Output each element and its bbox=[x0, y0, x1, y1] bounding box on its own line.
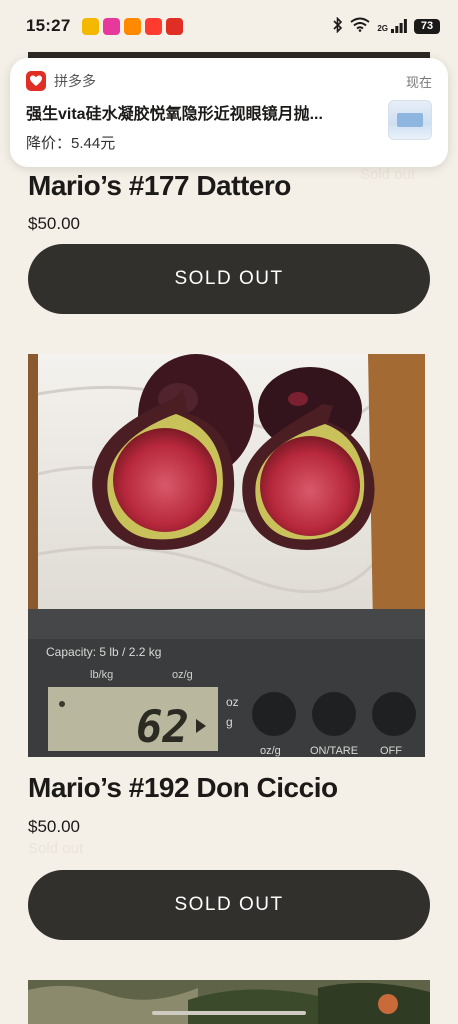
battery-icon: 73 bbox=[414, 18, 440, 34]
notification-product-thumbnail bbox=[388, 100, 432, 140]
scale-button-label-1: oz/g bbox=[260, 745, 281, 757]
product-image-figs[interactable]: Capacity: 5 lb / 2.2 kg lb/kg oz/g 62 oz… bbox=[28, 354, 425, 757]
app-icon-2 bbox=[103, 17, 121, 35]
sold-out-button[interactable]: SOLD OUT bbox=[28, 244, 430, 314]
scale-button-label-2: ON/TARE bbox=[310, 745, 358, 757]
sold-out-label: Sold out bbox=[360, 166, 416, 183]
status-bar: 15:27 2G 73 bbox=[0, 0, 458, 52]
product-price: $50.00 bbox=[28, 817, 80, 836]
scale-unit-right: oz/g bbox=[172, 669, 193, 681]
scale-display-unit-oz: oz bbox=[226, 695, 239, 709]
cellular-signal-icon: 2G bbox=[377, 19, 407, 33]
app-icon-4 bbox=[145, 17, 163, 35]
scale-display-value: 62 bbox=[136, 702, 189, 753]
product-price: $50.00 bbox=[28, 214, 80, 233]
notification-title: 强生vita硅水凝胶悦氧隐形近视眼镜月抛... bbox=[26, 106, 323, 123]
scale-capacity-label: Capacity: 5 lb / 2.2 kg bbox=[46, 645, 161, 659]
next-product-image[interactable] bbox=[28, 980, 430, 1024]
home-indicator[interactable] bbox=[152, 1011, 306, 1015]
status-app-icons bbox=[82, 17, 184, 35]
scale-display-unit-g: g bbox=[226, 715, 233, 729]
scale-button-label-3: OFF bbox=[380, 745, 402, 757]
app-icon-1 bbox=[82, 17, 100, 35]
pinduoduo-app-icon bbox=[26, 71, 46, 91]
network-type-label: 2G bbox=[377, 24, 388, 33]
product-title[interactable]: Mario’s #177 Dattero bbox=[28, 170, 291, 202]
app-icon-5 bbox=[166, 17, 184, 35]
notification-banner[interactable]: 拼多多 现在 强生vita硅水凝胶悦氧隐形近视眼镜月抛... 降价：5.44元 bbox=[10, 58, 448, 167]
app-icon-3 bbox=[124, 17, 142, 35]
notification-price: 降价：5.44元 bbox=[26, 135, 116, 152]
notification-time: 现在 bbox=[405, 74, 432, 90]
notification-app-name: 拼多多 bbox=[54, 73, 96, 89]
wifi-icon bbox=[350, 17, 370, 35]
sold-out-button[interactable]: SOLD OUT bbox=[28, 870, 430, 940]
product-title[interactable]: Mario’s #192 Don Ciccio bbox=[28, 772, 338, 804]
sold-out-label: Sold out bbox=[28, 840, 84, 857]
status-time: 15:27 bbox=[26, 16, 71, 35]
scale-unit-left: lb/kg bbox=[90, 669, 113, 681]
bluetooth-icon bbox=[333, 16, 343, 36]
status-indicators: 2G 73 bbox=[333, 16, 440, 36]
